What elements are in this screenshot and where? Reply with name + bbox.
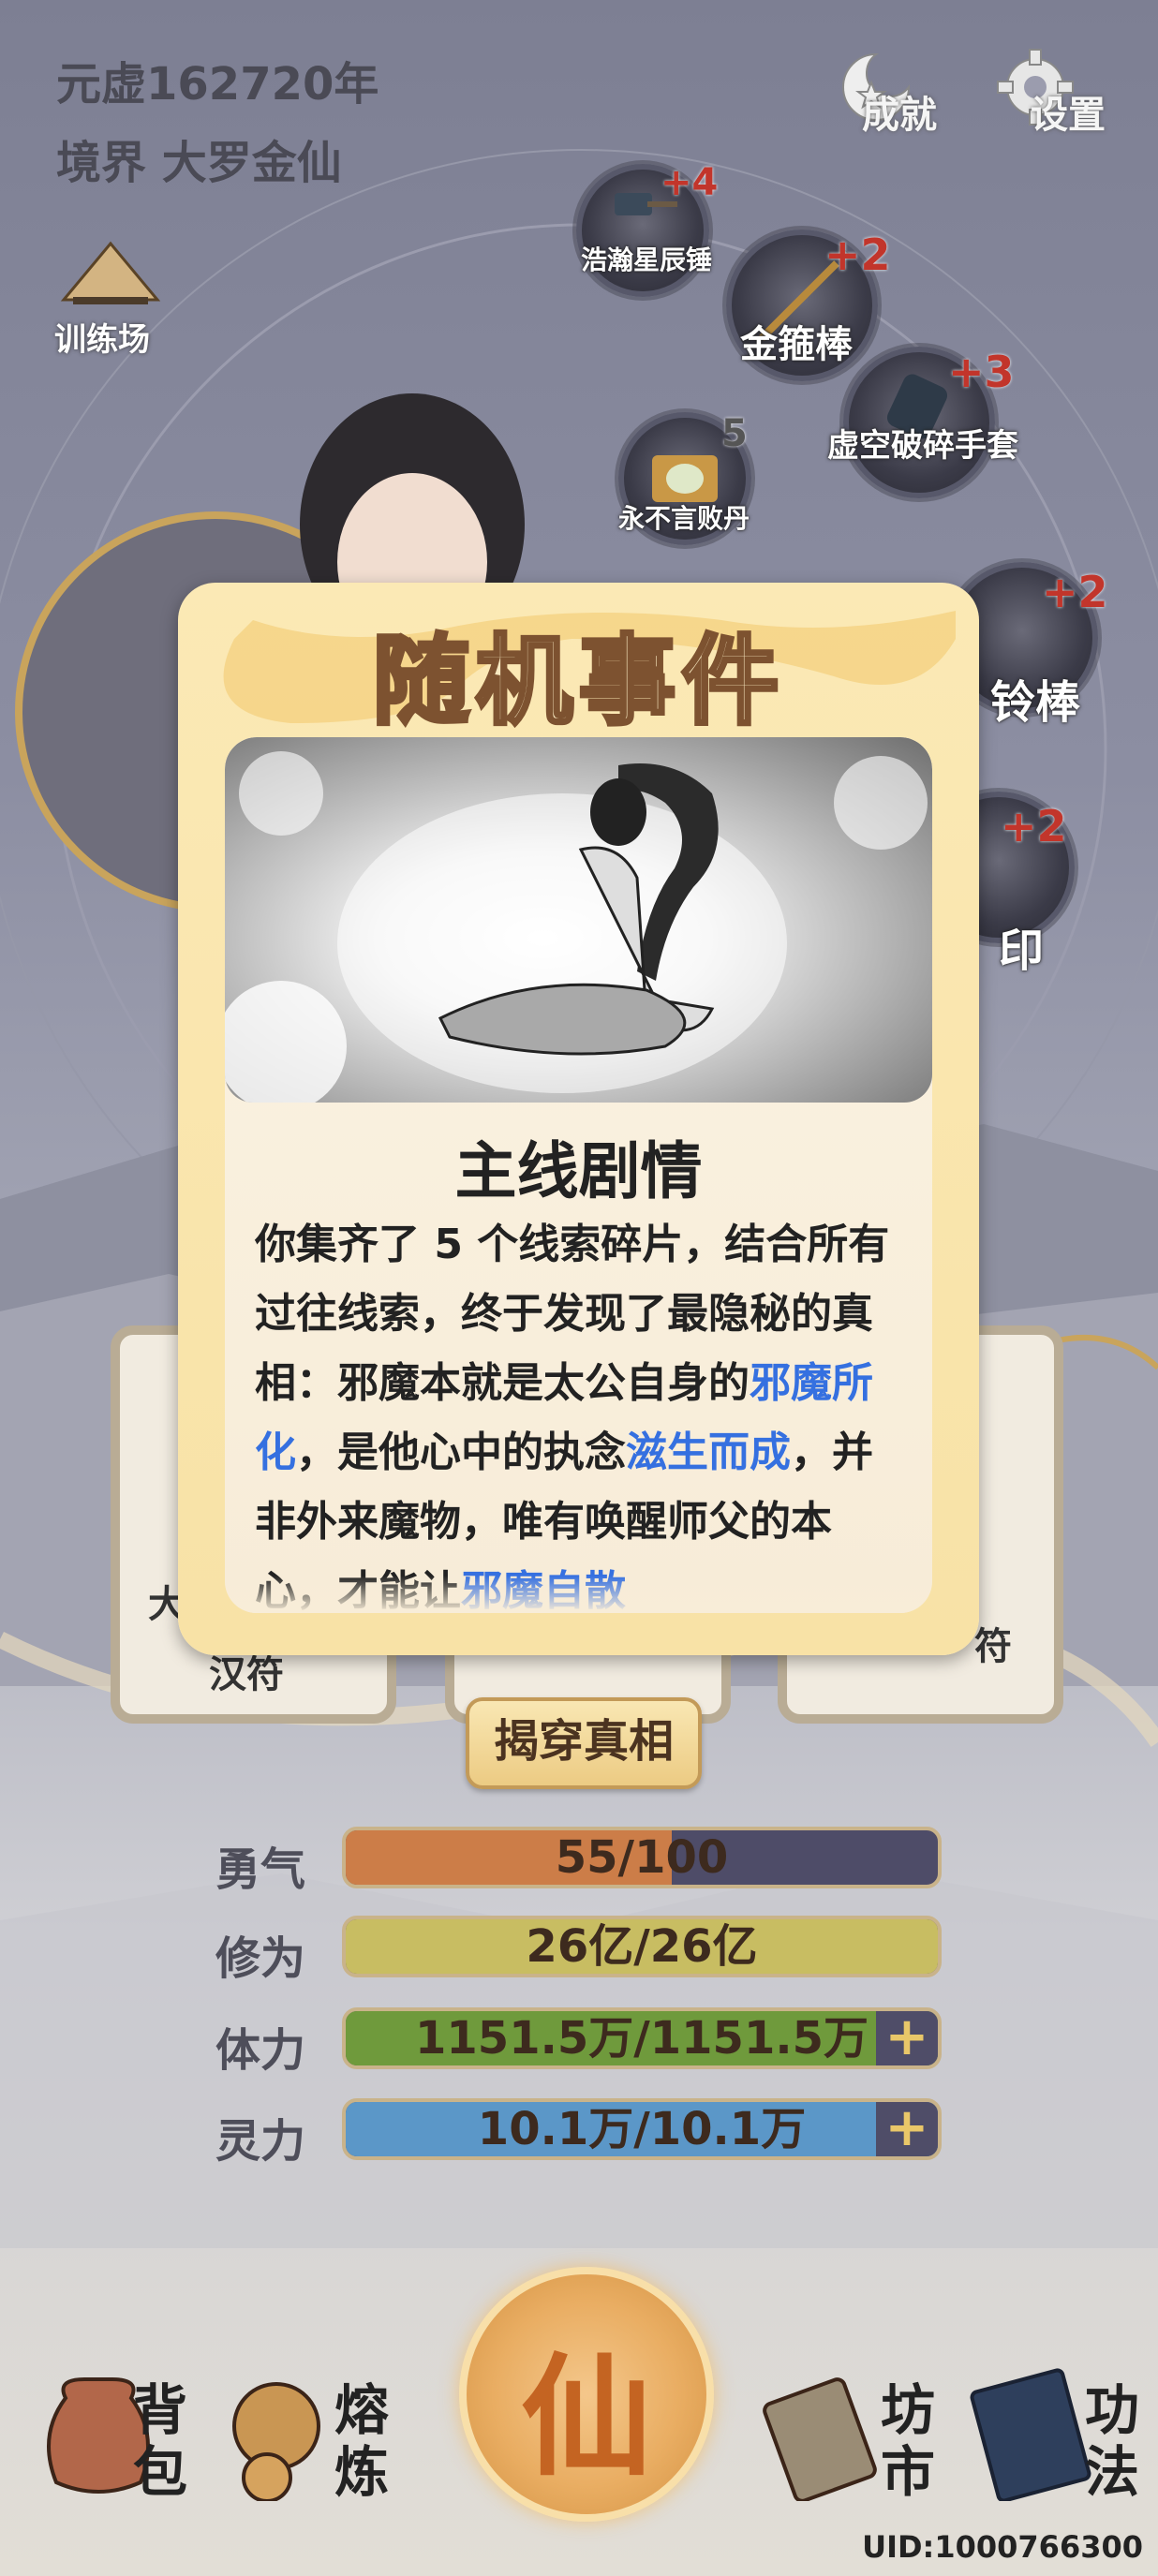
- event-illustration: [225, 737, 932, 1103]
- node-name-seal: 印: [998, 925, 1044, 977]
- stat-bar: 26亿/26亿: [342, 1916, 942, 1977]
- user-id: UID:1000766300: [862, 2529, 1143, 2565]
- stat-value: 1151.5万/1151.5万: [415, 2012, 868, 2065]
- nav-skills[interactable]: 功法: [965, 2342, 1152, 2510]
- stat-label: 勇气: [215, 1843, 306, 1896]
- realm-level: 境界 大罗金仙: [56, 137, 342, 189]
- node-plus-bell-staff: +2: [1042, 567, 1108, 617]
- dialog-title: 随机事件: [370, 621, 785, 740]
- node-plus-staff: +2: [824, 229, 891, 280]
- book-icon: [970, 2368, 1091, 2501]
- settings-label: 设置: [1031, 94, 1106, 137]
- story-title: 主线剧情: [454, 1135, 703, 1207]
- training-ground-label: 训练场: [54, 321, 150, 359]
- world-year: 元虚162720年: [56, 58, 379, 111]
- stat-bar: 1151.5万/1151.5万 +: [342, 2007, 942, 2069]
- reveal-truth-button[interactable]: 揭穿真相: [466, 1697, 702, 1789]
- nav-immortal-button[interactable]: 仙: [459, 2267, 714, 2522]
- story-text: 你集齐了 5 个线索碎片，结合所有过往线索，终于发现了最隐秘的真相：邪魔本就是太…: [255, 1210, 911, 1613]
- stat-bar: 10.1万/10.1万 +: [342, 2098, 942, 2160]
- achievements-button[interactable]: 成就: [824, 45, 965, 139]
- node-name-glove: 虚空破碎手套: [827, 427, 1018, 465]
- achievements-label: 成就: [862, 94, 937, 137]
- smelt-icon: [232, 2382, 320, 2501]
- stat-row: 体力 1151.5万/1151.5万 +: [215, 2007, 946, 2077]
- card-right-text: 符: [974, 1625, 1012, 1668]
- training-ground-button[interactable]: 训练场: [54, 239, 167, 370]
- nav-skills-label: 功法: [1085, 2378, 1140, 2504]
- stat-label: 体力: [215, 2024, 306, 2077]
- node-name-hammer: 浩瀚星辰锤: [580, 244, 712, 275]
- stat-label: 灵力: [215, 2115, 306, 2168]
- add-stat-button[interactable]: +: [876, 2011, 938, 2065]
- stat-row: 勇气 55/100: [215, 1827, 946, 1896]
- stat-row: 修为 26亿/26亿: [215, 1916, 946, 1985]
- nav-smelt-label: 熔炼: [334, 2378, 390, 2504]
- scroll-icon: [763, 2377, 877, 2501]
- stat-bar: 55/100: [342, 1827, 942, 1888]
- node-plus-glove: +3: [948, 347, 1015, 397]
- stat-row: 灵力 10.1万/10.1万 +: [215, 2098, 946, 2168]
- stat-value: 55/100: [555, 1831, 729, 1884]
- nav-bag[interactable]: 背包: [37, 2342, 225, 2510]
- add-stat-button[interactable]: +: [876, 2102, 938, 2156]
- text-fade: [225, 1576, 932, 1613]
- stat-value: 10.1万/10.1万: [477, 2103, 807, 2155]
- node-plus-elixir: 5: [721, 412, 748, 455]
- nav-market[interactable]: 坊市: [759, 2342, 946, 2510]
- nav-bag-label: 背包: [133, 2378, 188, 2504]
- story-highlight-2: 滋生而成: [626, 1429, 791, 1476]
- random-event-dialog: 随机事件 主线剧情 你集齐了 5 个线索碎片，结合所有过往线索，终于发现了最隐秘…: [178, 583, 979, 1655]
- node-name-bell-staff: 铃棒: [989, 676, 1080, 729]
- nav-smelt[interactable]: 熔炼: [220, 2342, 408, 2510]
- node-plus-hammer: +4: [661, 161, 719, 204]
- node-plus-seal: +2: [1001, 801, 1067, 851]
- settings-button[interactable]: 设置: [993, 45, 1134, 139]
- stat-value: 26亿/26亿: [526, 1920, 758, 1973]
- nav-immortal-label: 仙: [520, 2341, 652, 2495]
- node-name-elixir: 永不言败丹: [617, 503, 750, 534]
- stat-label: 修为: [215, 1932, 306, 1985]
- story-text-part-2: ，是他心中的执念: [296, 1429, 626, 1476]
- dialog-content: 主线剧情 你集齐了 5 个线索碎片，结合所有过往线索，终于发现了最隐秘的真相：邪…: [225, 737, 932, 1613]
- player-info: 元虚162720年 境界 大罗金仙: [56, 45, 379, 202]
- straw-hat-icon: [60, 241, 161, 304]
- nav-market-label: 坊市: [881, 2378, 936, 2504]
- node-name-staff: 金箍棒: [740, 323, 853, 366]
